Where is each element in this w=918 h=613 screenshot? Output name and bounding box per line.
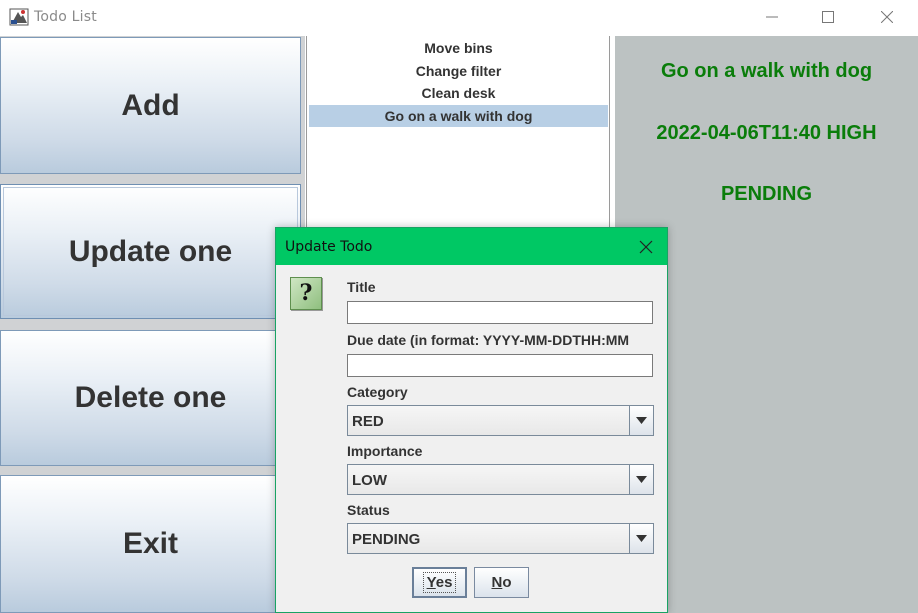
dialog-close-icon[interactable] (636, 237, 656, 257)
chevron-down-icon (636, 535, 647, 542)
status-dropdown-button[interactable] (629, 524, 653, 553)
maximize-icon (822, 11, 834, 23)
yes-mnemonic: Y (426, 574, 436, 591)
no-label-rest: o (502, 574, 512, 591)
close-button[interactable] (862, 0, 912, 34)
no-button[interactable]: No (474, 567, 529, 598)
update-one-button[interactable]: Update one (0, 184, 301, 319)
window-title: Todo List (34, 9, 97, 25)
detail-title: Go on a walk with dog (660, 60, 873, 82)
no-button-label: No (491, 574, 511, 591)
list-item[interactable]: Change filter (309, 60, 608, 82)
java-app-icon (9, 8, 29, 26)
category-select[interactable]: RED (347, 405, 654, 436)
detail-status: PENDING (720, 183, 813, 205)
yes-button[interactable]: Yes (412, 567, 467, 598)
importance-label: Importance (347, 443, 423, 459)
window-titlebar: Todo List (0, 0, 918, 36)
category-value: RED (352, 413, 384, 430)
list-item[interactable]: Clean desk (309, 82, 608, 104)
chevron-down-icon (636, 417, 647, 424)
yes-button-label: Yes (422, 572, 457, 593)
minimize-button[interactable] (747, 0, 797, 34)
dialog-titlebar: Update Todo (276, 228, 667, 265)
list-item[interactable]: Move bins (309, 37, 608, 59)
update-todo-dialog: Update Todo ? Title Due date (in format:… (275, 227, 668, 613)
importance-value: LOW (352, 472, 387, 489)
importance-select[interactable]: LOW (347, 464, 654, 495)
list-item-selected[interactable]: Go on a walk with dog (309, 105, 608, 127)
maximize-button[interactable] (803, 0, 853, 34)
yes-label-rest: es (435, 574, 453, 591)
importance-dropdown-button[interactable] (629, 465, 653, 494)
minimize-icon (766, 16, 778, 18)
dialog-title: Update Todo (285, 239, 373, 255)
due-date-label: Due date (in format: YYYY-MM-DDTHH:MM (347, 332, 630, 348)
add-button[interactable]: Add (0, 37, 301, 174)
close-icon (881, 11, 893, 23)
category-dropdown-button[interactable] (629, 406, 653, 435)
chevron-down-icon (636, 476, 647, 483)
due-date-input[interactable] (347, 354, 653, 377)
delete-one-button[interactable]: Delete one (0, 330, 301, 466)
category-label: Category (347, 384, 408, 400)
question-icon: ? (290, 277, 322, 310)
actions-panel: Add Update one Delete one Exit (0, 36, 305, 613)
status-label: Status (347, 502, 390, 518)
title-label: Title (347, 279, 376, 295)
status-select[interactable]: PENDING (347, 523, 654, 554)
status-value: PENDING (352, 531, 421, 548)
exit-button[interactable]: Exit (0, 475, 301, 613)
title-input[interactable] (347, 301, 653, 324)
no-mnemonic: N (491, 574, 503, 591)
detail-due-importance: 2022-04-06T11:40 HIGH (656, 122, 877, 144)
